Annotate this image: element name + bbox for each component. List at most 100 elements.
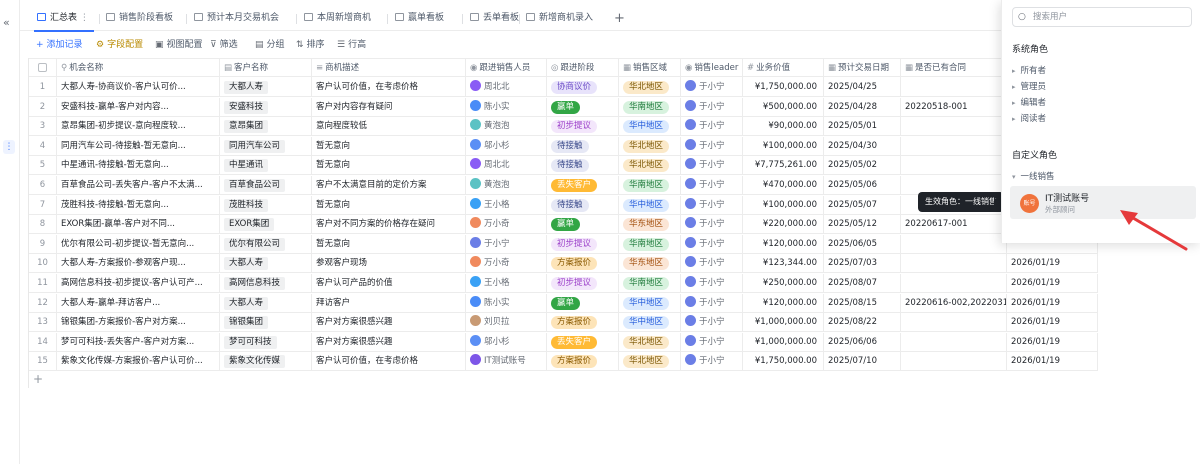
leader-cell[interactable]: 于小宁 [681, 156, 743, 176]
value-cell[interactable]: ¥90,000.00 [743, 117, 824, 137]
date-cell[interactable]: 2025/05/12 [824, 215, 901, 235]
column-header-contract[interactable]: ▦ 是否已有合同 [901, 59, 1007, 78]
table-row[interactable]: 11 高网信息科技-初步提议-客户认可产... 高网信息科技 客户认可产品的价值 王小格… [29, 274, 1098, 293]
extra-date-cell[interactable]: 2026/01/19 [1007, 274, 1098, 293]
customer-name-cell[interactable]: 百草食品公司 [220, 176, 312, 195]
tab-lost-board[interactable]: 丢单看板 [470, 6, 519, 31]
opportunity-name-cell[interactable]: 大都人寿-方案报价-参观客户现... [57, 254, 220, 274]
sales-rep-cell[interactable]: 黄泡泡 [466, 117, 547, 137]
extra-date-cell[interactable]: 2026/01/19 [1007, 332, 1098, 352]
row-number[interactable]: 11 [29, 274, 57, 293]
region-cell[interactable]: 华南地区 [619, 97, 681, 117]
leader-cell[interactable]: 于小宁 [681, 215, 743, 235]
value-cell[interactable]: ¥120,000.00 [743, 293, 824, 313]
role-item-reader[interactable]: ▸ 阅读者 [1012, 112, 1046, 124]
row-number[interactable]: 6 [29, 176, 57, 195]
row-number[interactable]: 12 [29, 293, 57, 313]
description-cell[interactable]: 客户对方案很感兴趣 [312, 332, 466, 352]
contract-cell[interactable] [901, 234, 1007, 254]
region-cell[interactable]: 华北地区 [619, 78, 681, 97]
stage-cell[interactable]: 待接触 [547, 156, 619, 176]
leader-cell[interactable]: 于小宁 [681, 332, 743, 352]
description-cell[interactable]: 客户对方案很感兴趣 [312, 313, 466, 333]
stage-cell[interactable]: 赢单 [547, 215, 619, 235]
region-cell[interactable]: 华北地区 [619, 332, 681, 352]
date-cell[interactable]: 2025/06/05 [824, 234, 901, 254]
value-cell[interactable]: ¥1,750,000.00 [743, 352, 824, 372]
date-cell[interactable]: 2025/07/03 [824, 254, 901, 274]
value-cell[interactable]: ¥7,775,261.00 [743, 156, 824, 176]
row-height-button[interactable]: ☰ 行高 [337, 34, 366, 56]
customer-name-cell[interactable]: 同用汽车公司 [220, 136, 312, 156]
row-number[interactable]: 10 [29, 254, 57, 274]
sales-rep-cell[interactable]: 万小奇 [466, 215, 547, 235]
table-row[interactable]: 10 大都人寿-方案报价-参观客户现... 大都人寿 参观客户现场 万小奇 方案报价 华东地… [29, 254, 1098, 274]
row-number[interactable]: 15 [29, 352, 57, 372]
opportunity-name-cell[interactable]: 锦银集团-方案报价-客户对方案... [57, 313, 220, 333]
description-cell[interactable]: 客户对内容存有疑问 [312, 97, 466, 117]
sales-rep-cell[interactable]: 刘贝拉 [466, 313, 547, 333]
leader-cell[interactable]: 于小宁 [681, 254, 743, 274]
stage-cell[interactable]: 方案报价 [547, 313, 619, 333]
region-cell[interactable]: 华北地区 [619, 352, 681, 372]
customer-name-cell[interactable]: 安盛科技 [220, 97, 312, 117]
table-row[interactable]: 13 锦银集团-方案报价-客户对方案... 锦银集团 客户对方案很感兴趣 刘贝拉 方案报价… [29, 313, 1098, 333]
table-row[interactable]: 3 意昂集团-初步提议-意向程度较... 意昂集团 意向程度较低 黄泡泡 初步提议 华中地区… [29, 117, 1098, 137]
opportunity-name-cell[interactable]: EXOR集团-赢单-客户对不同... [57, 215, 220, 235]
sales-rep-cell[interactable]: 周北北 [466, 78, 547, 97]
value-cell[interactable]: ¥1,750,000.00 [743, 78, 824, 97]
description-cell[interactable]: 暂无意向 [312, 234, 466, 254]
contract-cell[interactable] [901, 313, 1007, 333]
customer-name-cell[interactable]: 紫象文化传媒 [220, 352, 312, 372]
stage-cell[interactable]: 方案报价 [547, 352, 619, 372]
customer-name-cell[interactable]: 大都人寿 [220, 293, 312, 313]
field-config-button[interactable]: ⚙ 字段配置 [96, 34, 143, 56]
value-cell[interactable]: ¥100,000.00 [743, 136, 824, 156]
stage-cell[interactable]: 待接触 [547, 136, 619, 156]
sales-rep-cell[interactable]: IT测试账号 [466, 352, 547, 372]
row-number[interactable]: 2 [29, 97, 57, 117]
collapse-icon[interactable]: « [3, 16, 10, 29]
customer-name-cell[interactable]: 高网信息科技 [220, 274, 312, 293]
sales-rep-cell[interactable]: 于小宁 [466, 234, 547, 254]
leader-cell[interactable]: 于小宁 [681, 234, 743, 254]
customer-name-cell[interactable]: 锦银集团 [220, 313, 312, 333]
region-cell[interactable]: 华东地区 [619, 254, 681, 274]
stage-cell[interactable]: 方案报价 [547, 254, 619, 274]
opportunity-name-cell[interactable]: 梦可可科技-丢失客户-客户对方案... [57, 332, 220, 352]
group-button[interactable]: ▤ 分组 [255, 34, 285, 56]
row-number[interactable]: 13 [29, 313, 57, 333]
description-cell[interactable]: 暂无意向 [312, 156, 466, 176]
contract-cell[interactable] [901, 274, 1007, 293]
leader-cell[interactable]: 于小宁 [681, 117, 743, 137]
tab-won-board[interactable]: 赢单看板 [395, 6, 444, 31]
contract-cell[interactable] [901, 78, 1007, 97]
date-cell[interactable]: 2025/05/01 [824, 117, 901, 137]
value-cell[interactable]: ¥250,000.00 [743, 274, 824, 293]
row-number[interactable]: 14 [29, 332, 57, 352]
date-cell[interactable]: 2025/07/10 [824, 352, 901, 372]
stage-cell[interactable]: 待接触 [547, 195, 619, 215]
sales-rep-cell[interactable]: 陈小实 [466, 97, 547, 117]
date-cell[interactable]: 2025/04/30 [824, 136, 901, 156]
region-cell[interactable]: 华南地区 [619, 234, 681, 254]
value-cell[interactable]: ¥120,000.00 [743, 234, 824, 254]
add-view-button[interactable]: + [614, 6, 625, 31]
leader-cell[interactable]: 于小宁 [681, 352, 743, 372]
extra-date-cell[interactable]: 2026/01/19 [1007, 293, 1098, 313]
sales-rep-cell[interactable]: 邬小杉 [466, 332, 547, 352]
date-cell[interactable]: 2025/05/02 [824, 156, 901, 176]
column-header-customer-name[interactable]: ▤ 客户名称 [220, 59, 312, 78]
column-header-opportunity-name[interactable]: ⚲ 机会名称 [57, 59, 220, 78]
sales-rep-cell[interactable]: 王小格 [466, 195, 547, 215]
leader-cell[interactable]: 于小宁 [681, 293, 743, 313]
date-cell[interactable]: 2025/08/15 [824, 293, 901, 313]
leader-cell[interactable]: 于小宁 [681, 195, 743, 215]
opportunity-name-cell[interactable]: 中星通讯-待接触-暂无意向... [57, 156, 220, 176]
extra-date-cell[interactable]: 2026/01/19 [1007, 313, 1098, 333]
date-cell[interactable]: 2025/05/07 [824, 195, 901, 215]
table-row[interactable]: 15 紫象文化传媒-方案报价-客户认可价... 紫象文化传媒 客户认可价值，在考虑价格… [29, 352, 1098, 372]
region-cell[interactable]: 华中地区 [619, 313, 681, 333]
sales-rep-cell[interactable]: 黄泡泡 [466, 176, 547, 195]
sales-rep-cell[interactable]: 万小奇 [466, 254, 547, 274]
